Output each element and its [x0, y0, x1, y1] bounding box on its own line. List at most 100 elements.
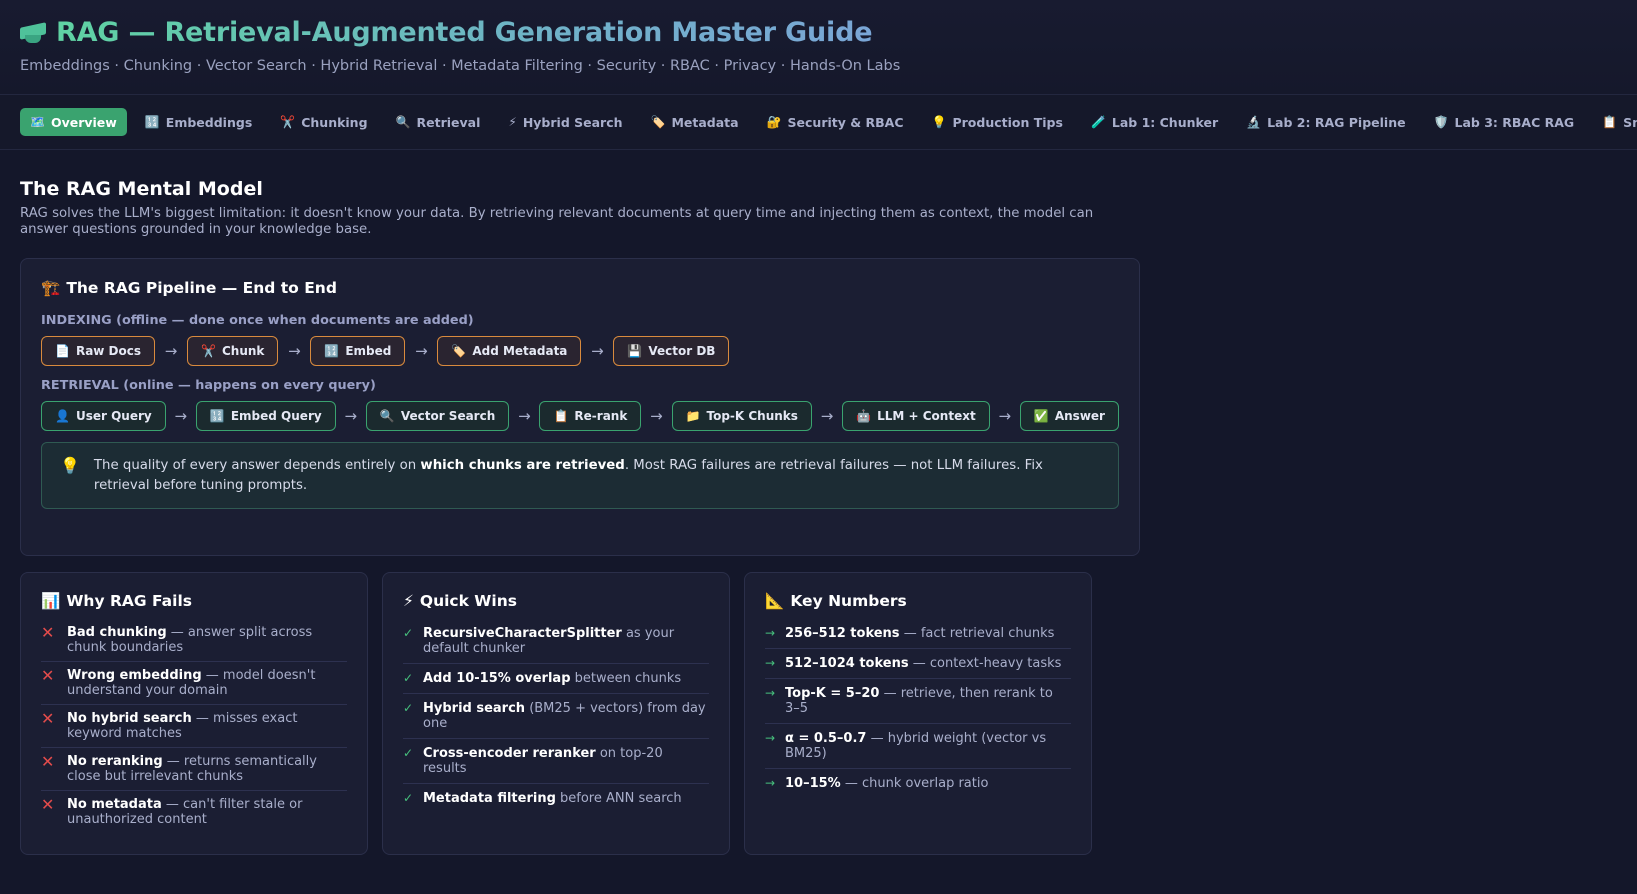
lightbulb-icon: 💡	[60, 456, 80, 475]
step-vector-search-icon: 🔍	[379, 409, 395, 423]
list-item-text: No hybrid search — misses exact keyword …	[67, 711, 347, 741]
tab-lab-2-rag-pipeline-icon: 🔬	[1246, 115, 1262, 129]
arrow-right-icon: →	[650, 407, 663, 425]
tab-overview[interactable]: 🗺️ Overview	[20, 108, 127, 136]
step-label: Vector Search	[400, 409, 496, 423]
pipeline-title-text: The RAG Pipeline — End to End	[66, 279, 337, 297]
tab-chunking-icon: ✂️	[280, 115, 296, 129]
arrow-right-icon: →	[998, 407, 1012, 425]
tab-security-rbac[interactable]: 🔐 Security & RBAC	[757, 108, 914, 136]
step-chunk: ✂️ Chunk	[187, 336, 279, 366]
quick-wins-title: ⚡ Quick Wins	[403, 592, 709, 610]
tab-metadata[interactable]: 🏷️ Metadata	[641, 108, 749, 136]
list-item-text: Hybrid search (BM25 + vectors) from day …	[423, 701, 709, 731]
tab-retrieval[interactable]: 🔍 Retrieval	[386, 108, 491, 136]
list-item-text: α = 0.5–0.7 — hybrid weight (vector vs B…	[785, 731, 1071, 761]
list-item: ✓ Hybrid search (BM25 + vectors) from day…	[403, 694, 709, 739]
arrow-right-icon: →	[765, 626, 776, 640]
list-item-bold: 512–1024 tokens	[785, 656, 909, 671]
why-rag-fails-title-text: Why RAG Fails	[66, 592, 192, 610]
list-item: ✕ Bad chunking — answer split across chun…	[41, 619, 347, 662]
pipeline-card: 🏗️ The RAG Pipeline — End to End INDEXIN…	[20, 258, 1140, 556]
indexing-label: INDEXING (offline — done once when docum…	[41, 313, 474, 328]
tab-security-rbac-icon: 🔐	[766, 115, 782, 129]
step-llm-context-icon: 🤖	[856, 409, 872, 423]
list-item-text: 10–15% — chunk overlap ratio	[785, 776, 988, 791]
list-item: ✕ No reranking — returns semantically clo…	[41, 748, 347, 791]
step-llm-context: 🤖 LLM + Context	[842, 401, 990, 431]
arrow-right-icon: →	[820, 407, 834, 425]
quick-wins-list: ✓ RecursiveCharacterSplitter as your defa…	[403, 619, 709, 813]
step-label: Answer	[1054, 409, 1105, 423]
list-item-bold: No metadata	[67, 797, 162, 812]
page-header: RAG — Retrieval-Augmented Generation Mas…	[0, 0, 1637, 95]
step-user-query: 👤 User Query	[41, 401, 166, 431]
step-label: Raw Docs	[75, 344, 142, 358]
list-item-bold: RecursiveCharacterSplitter	[423, 626, 622, 641]
why-rag-fails-card: 📊 Why RAG Fails ✕ Bad chunking — answer s…	[20, 572, 368, 855]
arrow-right-icon: →	[765, 776, 776, 790]
tab-lab-3-rbac-rag-icon: 🛡️	[1433, 115, 1449, 129]
cross-mark-icon: ✕	[41, 795, 55, 814]
list-item-rest: before ANN search	[555, 791, 682, 806]
tab-label: Lab 1: Chunker	[1111, 114, 1219, 130]
arrow-right-icon: →	[765, 731, 776, 745]
check-icon: ✓	[403, 746, 414, 760]
key-numbers-title-text: Key Numbers	[790, 592, 907, 610]
step-label: Top-K Chunks	[706, 409, 798, 423]
step-vector-db-icon: 💾	[627, 344, 643, 358]
tab-lab-3-rbac-rag[interactable]: 🛡️ Lab 3: RBAC RAG	[1424, 108, 1585, 136]
list-item-bold: Add 10-15% overlap	[423, 671, 571, 686]
step-label: User Query	[75, 409, 152, 423]
tab-production-tips[interactable]: 💡 Production Tips	[922, 108, 1073, 136]
cross-mark-icon: ✕	[41, 623, 55, 642]
section-title: The RAG Mental Model	[20, 178, 263, 200]
list-item-text: Add 10-15% overlap between chunks	[423, 671, 681, 686]
construction-icon: 🏗️	[41, 279, 61, 297]
tab-snippets-icon: 📋	[1602, 115, 1618, 129]
graduation-cap-icon	[20, 21, 46, 43]
list-item: ✕ Wrong embedding — model doesn't underst…	[41, 662, 347, 705]
tab-chunking[interactable]: ✂️ Chunking	[270, 108, 377, 136]
list-item: ✓ RecursiveCharacterSplitter as your defa…	[403, 619, 709, 664]
arrow-right-icon: →	[174, 407, 188, 425]
step-vector-db: 💾 Vector DB	[613, 336, 730, 366]
tab-lab-1-chunker-icon: 🧪	[1090, 115, 1106, 129]
list-item: ✓ Add 10-15% overlap between chunks	[403, 664, 709, 694]
check-icon: ✓	[403, 701, 414, 715]
list-item-bold: α = 0.5–0.7	[785, 731, 867, 746]
step-top-k-chunks: 📁 Top-K Chunks	[671, 401, 812, 431]
tab-hybrid-search[interactable]: ⚡ Hybrid Search	[498, 108, 632, 136]
tab-lab-2-rag-pipeline[interactable]: 🔬 Lab 2: RAG Pipeline	[1236, 108, 1415, 136]
section-description: RAG solves the LLM's biggest limitation:…	[20, 206, 1094, 237]
step-raw-docs-icon: 📄	[55, 344, 70, 358]
tab-embeddings[interactable]: 🔢 Embeddings	[135, 108, 262, 136]
retrieval-flow: 👤 User Query → 🔢 Embed Query → 🔍 Vector Search →…	[41, 401, 1119, 431]
list-item: ✕ No metadata — can't filter stale or una…	[41, 791, 347, 833]
list-item-text: No reranking — returns semantically clos…	[67, 754, 347, 784]
list-item-text: Top-K = 5–20 — retrieve, then rerank to …	[785, 686, 1071, 716]
step-chunk-icon: ✂️	[201, 344, 216, 358]
cross-mark-icon: ✕	[41, 666, 55, 685]
arrow-right-icon: →	[344, 407, 358, 425]
tab-label: Security & RBAC	[787, 114, 904, 130]
tab-label: Metadata	[671, 114, 739, 130]
check-icon: ✓	[403, 791, 414, 805]
tab-label: Chunking	[301, 114, 368, 130]
tab-lab-1-chunker[interactable]: 🧪 Lab 1: Chunker	[1081, 108, 1228, 136]
list-item-bold: No reranking	[67, 754, 163, 769]
list-item-text: Metadata filtering before ANN search	[423, 791, 682, 806]
app-title: RAG — Retrieval-Augmented Generation Mas…	[56, 16, 873, 48]
step-add-metadata: 🏷️ Add Metadata	[437, 336, 582, 366]
tab-label: Lab 3: RBAC RAG	[1454, 114, 1575, 130]
step-top-k-chunks-icon: 📁	[685, 409, 701, 423]
step-label: Embed Query	[230, 409, 322, 423]
key-numbers-list: → 256–512 tokens — fact retrieval chunks →…	[765, 619, 1071, 798]
tab-label: Hybrid Search	[522, 114, 623, 130]
list-item-bold: Hybrid search	[423, 701, 526, 716]
list-item-rest: between chunks	[570, 671, 682, 686]
tab-snippets[interactable]: 📋 Snippets	[1592, 108, 1637, 136]
list-item-text: Bad chunking — answer split across chunk…	[67, 625, 347, 655]
step-label: Chunk	[221, 344, 265, 358]
main-content: The RAG Mental Model RAG solves the LLM'…	[0, 150, 1160, 855]
